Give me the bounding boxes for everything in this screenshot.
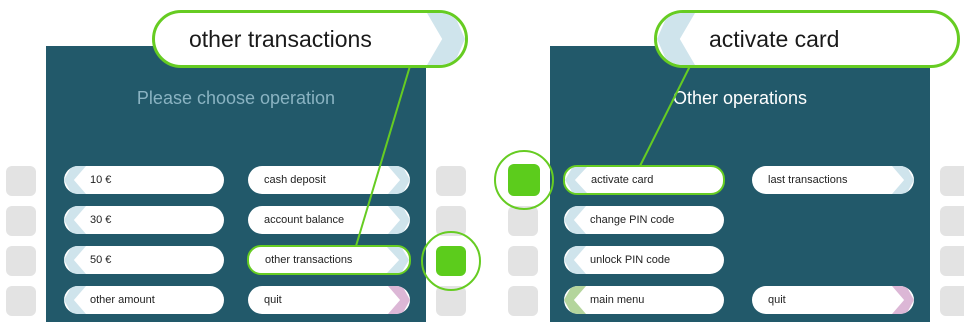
connector-line-right	[639, 65, 691, 167]
callout-label: activate card	[709, 26, 840, 52]
connector-line-left	[355, 65, 411, 247]
callout-other-transactions: other transactions	[152, 10, 468, 68]
callout-arrow-icon	[657, 13, 695, 65]
callout-label: other transactions	[189, 26, 372, 52]
callout-activate-card: activate card	[654, 10, 960, 68]
callout-arrow-icon	[427, 13, 465, 65]
